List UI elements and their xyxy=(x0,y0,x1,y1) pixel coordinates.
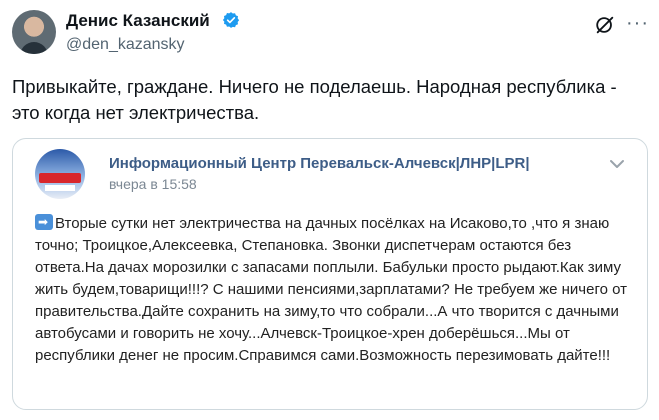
avatar-shirt xyxy=(20,42,48,54)
author-avatar[interactable] xyxy=(12,10,56,54)
grok-icon[interactable] xyxy=(594,14,616,36)
tweet-text: Привыкайте, граждане. Ничего не поделаеш… xyxy=(12,76,617,123)
source-name[interactable]: Информационный Центр Перевальск-Алчевск|… xyxy=(109,155,530,172)
more-icon[interactable]: ··· xyxy=(626,12,649,35)
author-name[interactable]: Денис Казанский xyxy=(66,11,210,31)
embedded-post-card[interactable]: Информационный Центр Перевальск-Алчевск|… xyxy=(12,138,648,410)
chevron-down-icon[interactable] xyxy=(609,159,625,169)
verified-badge-icon xyxy=(222,12,240,28)
arrow-right-icon xyxy=(35,214,53,230)
author-handle[interactable]: @den_kazansky xyxy=(66,36,185,54)
post-body-text: Вторые сутки нет электричества на дачных… xyxy=(35,215,627,364)
post-body: Вторые сутки нет электричества на дачных… xyxy=(35,213,635,367)
source-logo[interactable] xyxy=(35,149,85,199)
post-time[interactable]: вчера в 15:58 xyxy=(109,176,197,192)
logo-band xyxy=(39,173,81,183)
logo-band-secondary xyxy=(45,185,75,191)
